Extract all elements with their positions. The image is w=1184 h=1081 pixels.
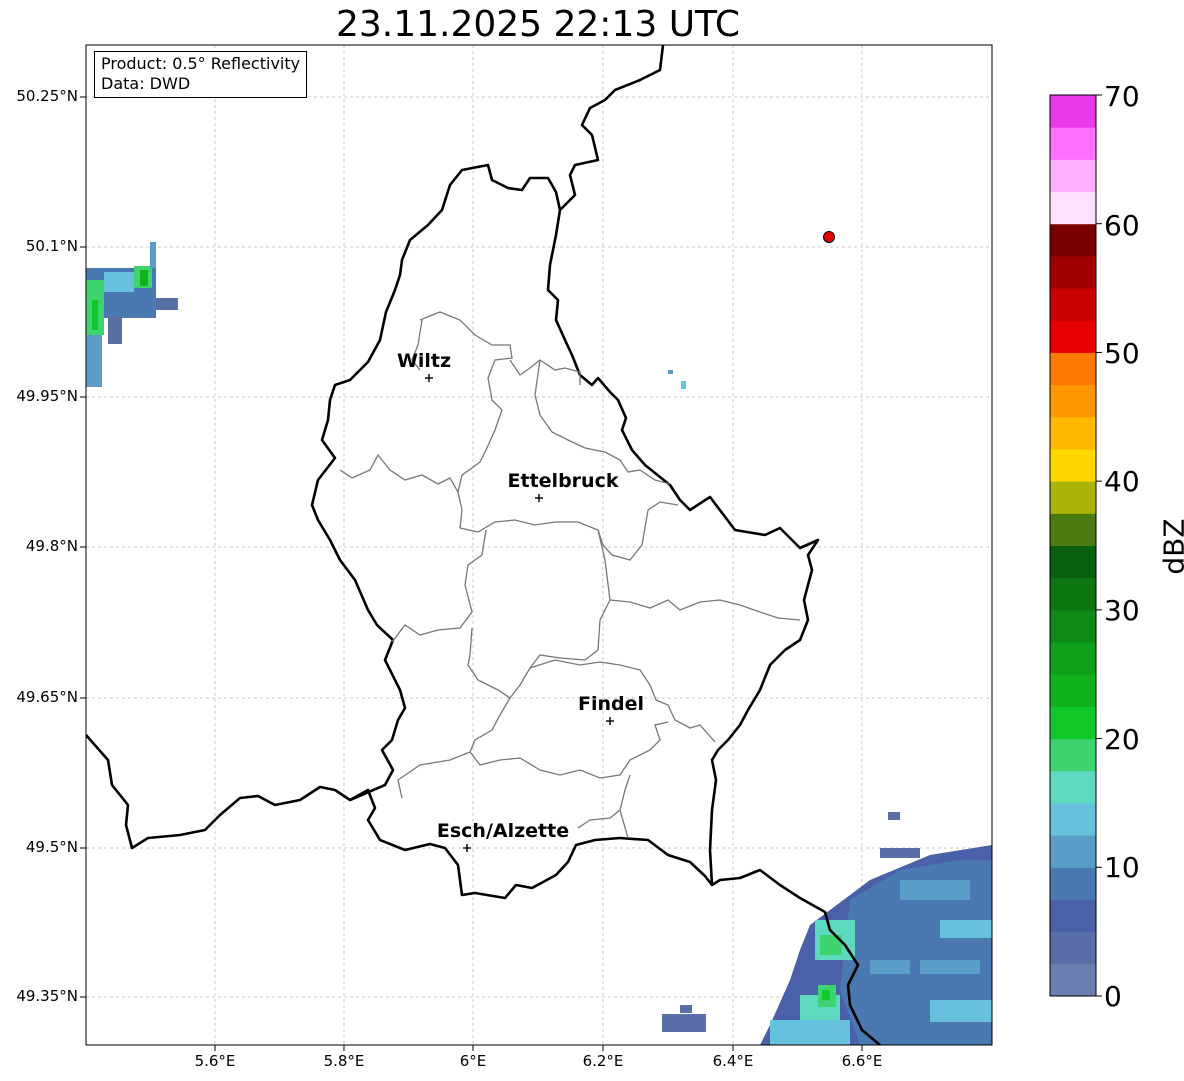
radar-echo-northwest (86, 242, 178, 387)
city-marker-findel (606, 717, 614, 725)
lat-label: 49.5°N (25, 838, 78, 856)
colorbar-segment (1050, 127, 1096, 160)
colorbar-segment (1050, 963, 1096, 997)
colorbar-segment (1050, 835, 1096, 868)
radar-map (80, 44, 1102, 1051)
colorbar-segment (1050, 513, 1096, 546)
lon-label: 6°E (459, 1052, 487, 1070)
product-label: Product: 0.5° Reflectivity (101, 54, 301, 73)
city-marker-wiltz (425, 374, 433, 382)
lon-label: 6.2°E (582, 1052, 624, 1070)
colorbar-segment (1050, 545, 1096, 579)
colorbar-tick-label: 0 (1104, 980, 1122, 1013)
colorbar-tick-label: 70 (1104, 80, 1140, 113)
colorbar-segment (1050, 95, 1096, 128)
colorbar-tick-label: 20 (1104, 723, 1140, 756)
city-label-esch: Esch/Alzette (436, 820, 570, 842)
city-label-wiltz: Wiltz (396, 350, 452, 372)
colorbar-segment (1050, 802, 1096, 836)
colorbar-segment (1050, 223, 1096, 257)
city-label-ettelbruck: Ettelbruck (507, 470, 619, 492)
lat-label: 50.25°N (16, 87, 78, 105)
colorbar-segment (1050, 288, 1096, 321)
colorbar-segment (1050, 416, 1096, 450)
city-marker-esch (463, 844, 471, 852)
colorbar-tick-label: 30 (1104, 594, 1140, 627)
colorbar-segment (1050, 255, 1096, 289)
colorbar-ticks (1096, 94, 1102, 997)
axis-ticks (80, 96, 863, 1051)
data-source-label: Data: DWD (101, 74, 191, 93)
info-box: Product: 0.5° Reflectivity Data: DWD (94, 51, 308, 98)
lon-label: 6.4°E (712, 1052, 754, 1070)
radar-echo-southeast (760, 812, 992, 1045)
colorbar-tick-label: 40 (1104, 465, 1140, 498)
lon-label: 5.8°E (323, 1052, 365, 1070)
city-label-findel: Findel (577, 693, 645, 715)
city-marker-ettelbruck (535, 494, 543, 502)
colorbar-segment (1050, 867, 1096, 900)
radar-site-marker[interactable] (823, 231, 835, 243)
colorbar-segment (1050, 738, 1096, 772)
canton-borders (339, 311, 801, 839)
colorbar-segment (1050, 770, 1096, 804)
colorbar-segment (1050, 899, 1096, 933)
colorbar-segment (1050, 191, 1096, 225)
colorbar (1050, 95, 1096, 997)
colorbar-segment (1050, 481, 1096, 514)
colorbar-segment (1050, 577, 1096, 611)
lat-label: 50.1°N (25, 237, 78, 255)
lat-label: 49.65°N (16, 688, 78, 706)
colorbar-tick-label: 60 (1104, 209, 1140, 242)
city-markers (425, 374, 614, 852)
colorbar-segment (1050, 609, 1096, 643)
lon-label: 5.6°E (194, 1052, 236, 1070)
colorbar-segment (1050, 642, 1096, 675)
colorbar-segment (1050, 674, 1096, 707)
radar-echo-small (662, 370, 706, 1032)
lat-label: 49.8°N (25, 537, 78, 555)
colorbar-segment (1050, 448, 1096, 482)
colorbar-segment (1050, 159, 1096, 193)
colorbar-tick-label: 50 (1104, 337, 1140, 370)
colorbar-label: dBZ (1157, 518, 1184, 575)
colorbar-segment (1050, 320, 1096, 353)
lat-label: 49.95°N (16, 387, 78, 405)
colorbar-segment (1050, 352, 1096, 386)
map-title: 23.11.2025 22:13 UTC (335, 4, 741, 45)
colorbar-tick-label: 10 (1104, 851, 1140, 884)
lat-label: 49.35°N (16, 987, 78, 1005)
colorbar-segment (1050, 706, 1096, 740)
colorbar-segment (1050, 931, 1096, 965)
colorbar-segment (1050, 384, 1096, 418)
lon-label: 6.6°E (841, 1052, 883, 1070)
